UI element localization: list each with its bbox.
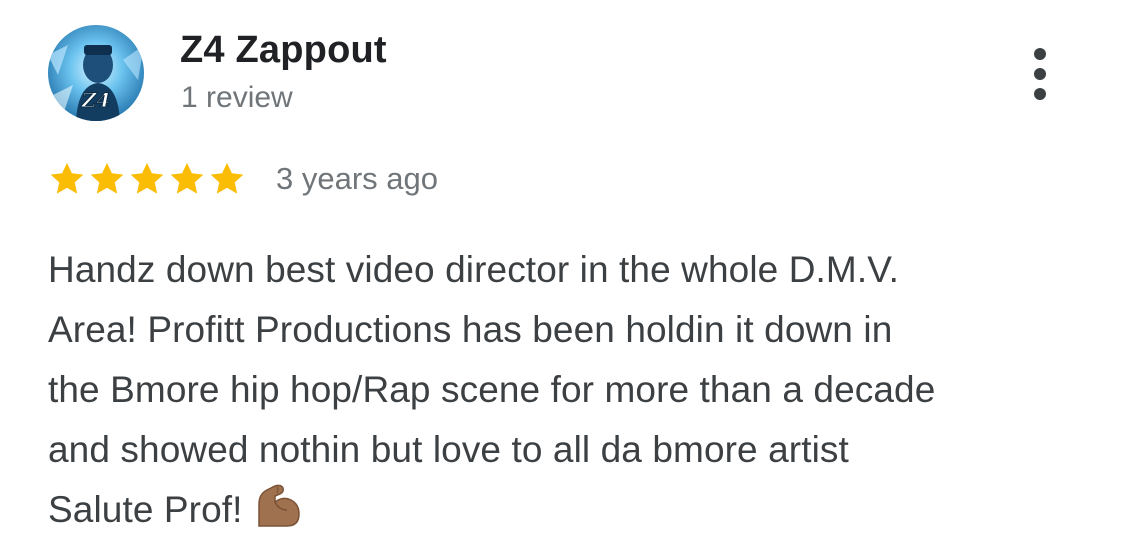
review-text: Handz down best video director in the wh… xyxy=(48,240,1098,540)
star-rating xyxy=(48,160,246,200)
review-text-line: Area! Profitt Productions has been holdi… xyxy=(48,309,893,350)
more-vertical-icon-dot xyxy=(1034,68,1046,80)
review-timestamp: 3 years ago xyxy=(276,161,438,196)
more-vertical-icon-dot xyxy=(1034,48,1046,60)
avatar-monogram: Z4 xyxy=(81,88,111,112)
star-icon xyxy=(168,160,206,198)
review-text-line: the Bmore hip hop/Rap scene for more tha… xyxy=(48,369,936,410)
more-vertical-icon-dot xyxy=(1034,88,1046,100)
review-card: Z4 Z4 Zappout 1 review 3 years ago Handz… xyxy=(0,0,1125,548)
review-text-line: Handz down best video director in the wh… xyxy=(48,249,899,290)
author-avatar[interactable]: Z4 xyxy=(48,25,144,121)
review-count: 1 review xyxy=(181,81,293,114)
star-icon xyxy=(208,160,246,198)
review-text-line: and showed nothin but love to all da bmo… xyxy=(48,429,849,470)
review-text-line: Salute Prof! xyxy=(48,489,243,530)
star-icon xyxy=(128,160,166,198)
avatar-image: Z4 xyxy=(48,25,144,121)
flexed-biceps-icon xyxy=(253,482,303,528)
more-options-button[interactable] xyxy=(1016,44,1064,104)
star-icon xyxy=(48,160,86,198)
author-name[interactable]: Z4 Zappout xyxy=(180,28,387,72)
review-text-last-line: Salute Prof! xyxy=(48,480,1098,540)
star-icon xyxy=(88,160,126,198)
